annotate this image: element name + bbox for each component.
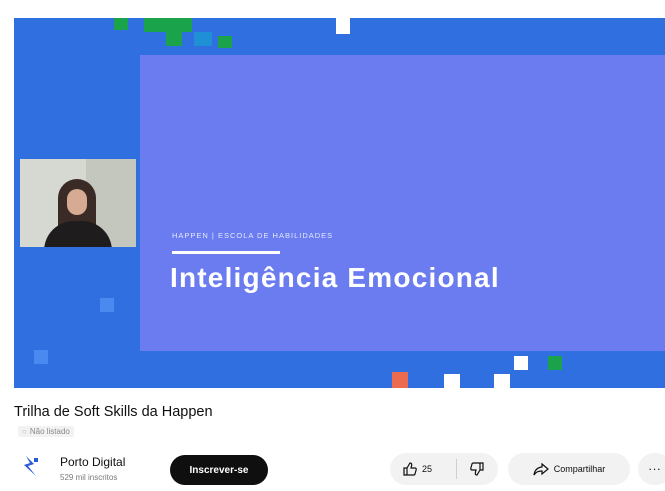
slide-subtitle: HAPPEN | ESCOLA DE HABILIDADES [172, 231, 334, 240]
pixel-decoration [34, 350, 48, 364]
thumbs-down-icon [469, 461, 485, 477]
pixel-decoration [194, 32, 212, 46]
presenter-webcam [20, 159, 136, 247]
slide-title: Inteligência Emocional [170, 262, 500, 293]
porto-digital-logo-icon[interactable] [20, 454, 44, 478]
more-horizontal-icon: ... [648, 459, 662, 473]
visibility-label: Não listado [29, 427, 70, 436]
pixel-decoration [144, 18, 192, 32]
slide-panel [140, 55, 665, 351]
pixel-decoration [336, 18, 350, 34]
visibility-dot-icon: ○ [22, 427, 27, 436]
pixel-decoration [114, 18, 128, 30]
share-label: Compartilhar [553, 464, 606, 474]
thumbs-up-icon [402, 461, 418, 477]
like-dislike-group: 25 [390, 453, 498, 485]
pixel-decoration [494, 374, 510, 388]
pixel-decoration [218, 36, 232, 48]
more-actions-button[interactable]: ... [638, 453, 665, 485]
like-button[interactable]: 25 [390, 453, 456, 485]
pixel-decoration [444, 374, 460, 388]
channel-name[interactable]: Porto Digital [60, 455, 125, 469]
video-player[interactable]: HAPPEN | ESCOLA DE HABILIDADES Inteligên… [14, 18, 665, 388]
pixel-decoration [100, 298, 114, 312]
video-title: Trilha de Soft Skills da Happen [14, 404, 213, 420]
subscribe-button[interactable]: Inscrever-se [170, 455, 268, 485]
pixel-decoration [392, 372, 408, 388]
share-button[interactable]: Compartilhar [508, 453, 630, 485]
dislike-button[interactable] [457, 453, 498, 485]
share-arrow-icon [533, 461, 549, 477]
like-count: 25 [422, 464, 433, 474]
pixel-decoration [166, 32, 182, 46]
subscriber-count: 529 mil inscritos [60, 473, 118, 482]
slide-underline [172, 251, 280, 254]
pixel-decoration [514, 356, 528, 370]
visibility-badge: ○ Não listado [18, 426, 74, 437]
pixel-decoration [548, 356, 562, 370]
